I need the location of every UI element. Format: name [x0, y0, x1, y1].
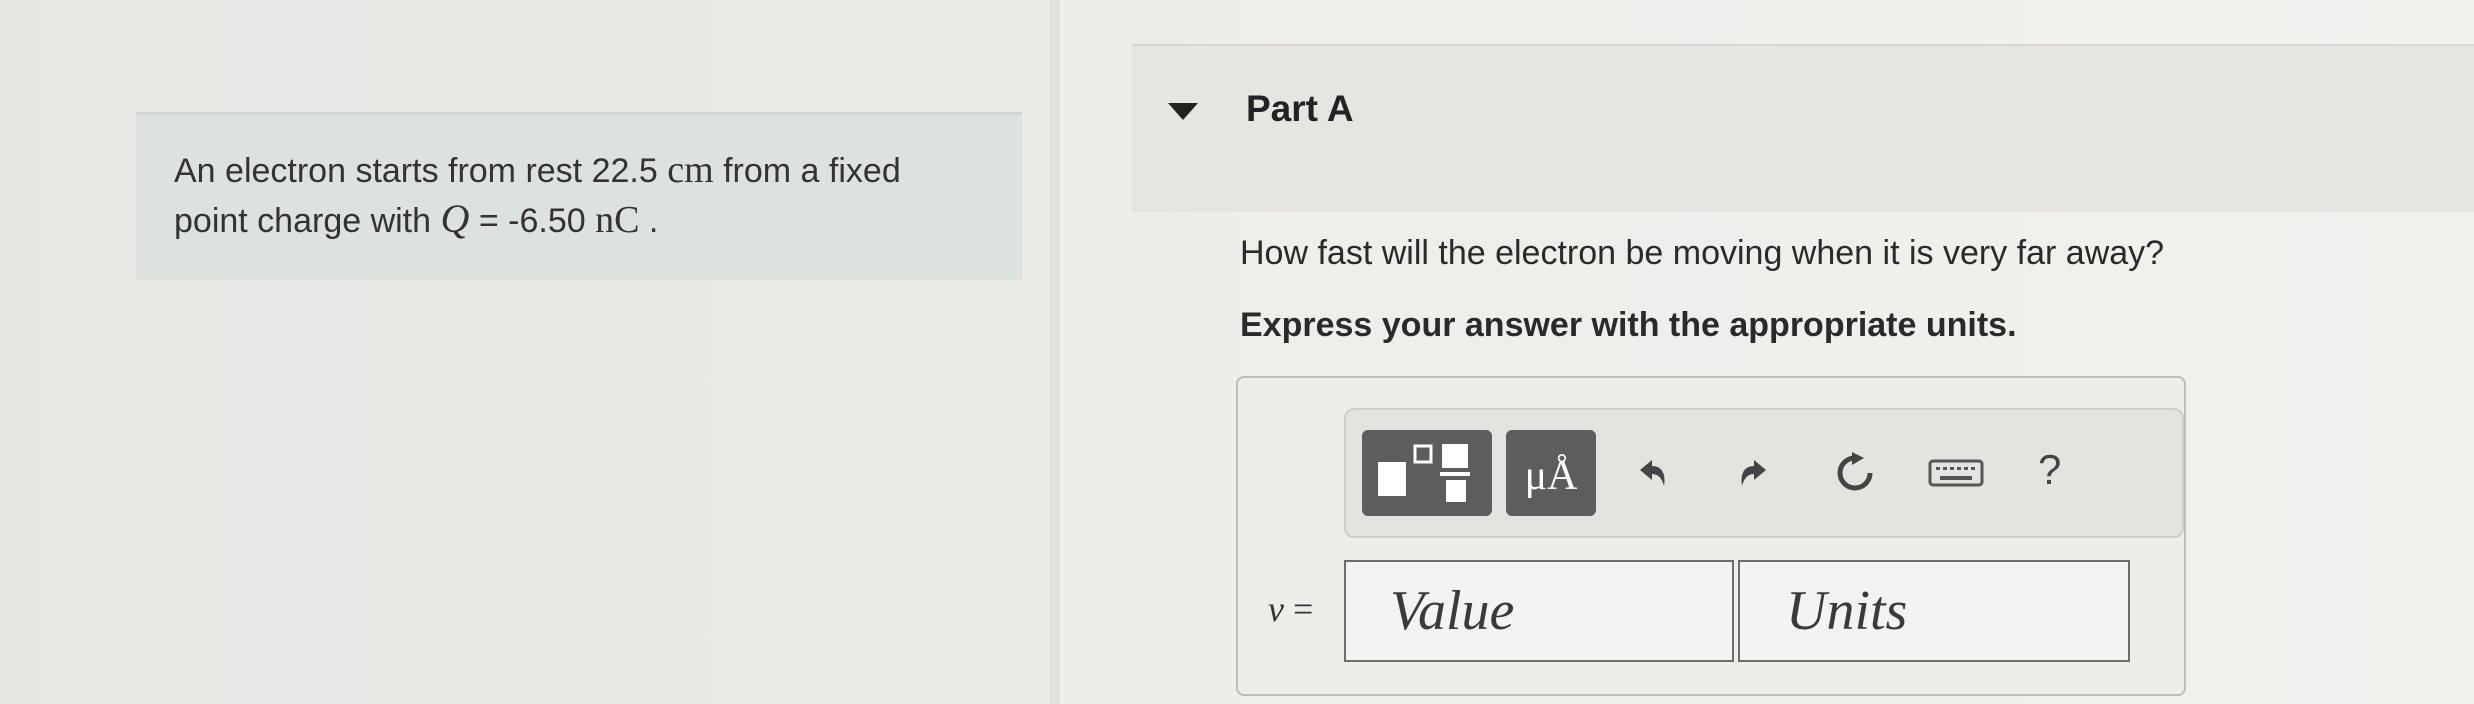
undo-icon[interactable]: [1626, 448, 1676, 498]
collapse-caret-icon[interactable]: [1168, 103, 1198, 120]
reset-icon[interactable]: [1830, 448, 1880, 498]
variable-label: v =: [1268, 589, 1314, 629]
problem-line-2: point charge with Q = -6.50 nC .: [174, 196, 659, 241]
part-title[interactable]: Part A: [1246, 88, 1354, 130]
help-icon[interactable]: ?: [2038, 446, 2061, 494]
problem-statement: An electron starts from rest 22.5 cm fro…: [136, 112, 1022, 280]
question-text: How fast will the electron be moving whe…: [1240, 234, 2165, 272]
instruction-text: Express your answer with the appropriate…: [1240, 306, 2017, 344]
value-input[interactable]: Value: [1344, 560, 1734, 662]
redo-icon[interactable]: [1730, 448, 1780, 498]
keyboard-icon[interactable]: [1926, 448, 1986, 498]
templates-button[interactable]: [1362, 430, 1492, 516]
problem-line-1: An electron starts from rest 22.5 cm fro…: [174, 149, 901, 191]
problem-pane: [40, 0, 1050, 704]
units-input[interactable]: Units: [1738, 560, 2130, 662]
units-icon[interactable]: μÅ: [1506, 430, 1596, 516]
pane-divider: [1050, 0, 1060, 704]
templates-icon: [1378, 444, 1470, 502]
